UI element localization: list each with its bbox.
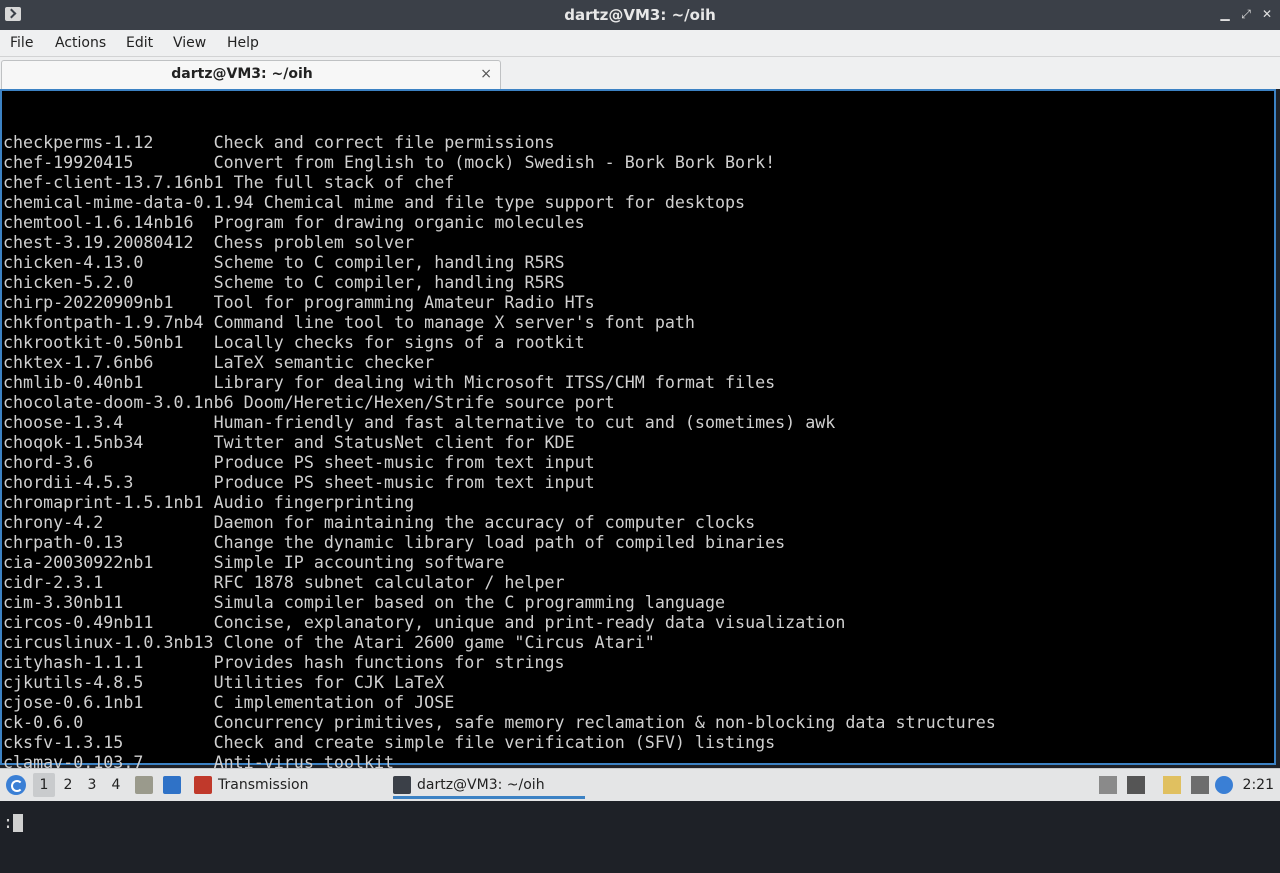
terminal-line: chmlib-0.40nb1 Library for dealing with … (3, 373, 776, 392)
text-cursor (13, 814, 24, 832)
menu-file[interactable]: File (8, 30, 35, 56)
terminal-line: choose-1.3.4 Human-friendly and fast alt… (3, 413, 836, 432)
workspace-4[interactable]: 4 (105, 773, 127, 797)
task-label: dartz@VM3: ~/oih (417, 777, 545, 793)
menu-bar: File Actions Edit View Help (0, 30, 1280, 57)
pager-prompt: : (3, 813, 1274, 833)
tab-bar: dartz@VM3: ~/oih × (0, 57, 1280, 89)
terminal-line: choqok-1.5nb34 Twitter and StatusNet cli… (3, 433, 575, 452)
menu-edit[interactable]: Edit (124, 30, 155, 56)
close-button[interactable]: ✕ (1260, 7, 1274, 21)
terminal-tab[interactable]: dartz@VM3: ~/oih × (1, 60, 501, 89)
volume-icon[interactable] (1127, 776, 1145, 794)
terminal-line: circos-0.49nb11 Concise, explanatory, un… (3, 613, 846, 632)
terminal-line: chromaprint-1.5.1nb1 Audio fingerprintin… (3, 493, 415, 512)
transmission-icon (194, 776, 212, 794)
terminal-line: cjkutils-4.8.5 Utilities for CJK LaTeX (3, 673, 445, 692)
terminal-line: chord-3.6 Produce PS sheet-music from te… (3, 453, 595, 472)
notification-icon[interactable] (1215, 776, 1233, 794)
terminal-line: chordii-4.5.3 Produce PS sheet-music fro… (3, 473, 595, 492)
terminal-line: chemtool-1.6.14nb16 Program for drawing … (3, 213, 585, 232)
maximize-button[interactable]: ⤢ (1239, 7, 1253, 21)
start-menu-icon[interactable] (6, 775, 26, 795)
terminal-line: chef-19920415 Convert from English to (m… (3, 153, 776, 172)
window-title: dartz@VM3: ~/oih (564, 6, 716, 24)
desktop-icon[interactable] (163, 776, 181, 794)
workspace-3[interactable]: 3 (81, 773, 103, 797)
terminal-line: chirp-20220909nb1 Tool for programming A… (3, 293, 595, 312)
terminal-line: chicken-5.2.0 Scheme to C compiler, hand… (3, 273, 565, 292)
terminal-line: chrpath-0.13 Change the dynamic library … (3, 533, 786, 552)
menu-view[interactable]: View (171, 30, 208, 56)
terminal-line: cityhash-1.1.1 Provides hash functions f… (3, 653, 565, 672)
clipboard-icon[interactable] (1163, 776, 1181, 794)
workspace-1[interactable]: 1 (33, 773, 55, 797)
tab-label: dartz@VM3: ~/oih (171, 66, 313, 82)
terminal-line: chrony-4.2 Daemon for maintaining the ac… (3, 513, 756, 532)
window-titlebar: dartz@VM3: ~/oih ▁ ⤢ ✕ (0, 0, 1280, 30)
terminal-line: cjose-0.6.1nb1 C implementation of JOSE (3, 693, 455, 712)
taskbar: 1 2 3 4 Transmission dartz@VM3: ~/oih 2:… (0, 768, 1280, 801)
terminal-line: cksfv-1.3.15 Check and create simple fil… (3, 733, 776, 752)
terminal-line: chef-client-13.7.16nb1 The full stack of… (3, 173, 455, 192)
task-transmission[interactable]: Transmission (194, 771, 374, 799)
terminal-line: chemical-mime-data-0.1.94 Chemical mime … (3, 193, 746, 212)
tab-close-icon[interactable]: × (480, 61, 492, 87)
terminal-line: chktex-1.7.6nb6 LaTeX semantic checker (3, 353, 435, 372)
terminal-line: chkfontpath-1.9.7nb4 Command line tool t… (3, 313, 695, 332)
eject-icon[interactable] (1099, 776, 1117, 794)
menu-help[interactable]: Help (225, 30, 261, 56)
prompt-text: : (3, 813, 14, 832)
terminal-line: checkperms-1.12 Check and correct file p… (3, 133, 555, 152)
task-label: Transmission (218, 777, 309, 793)
terminal-icon (393, 776, 411, 794)
terminal-line: chest-3.19.20080412 Chess problem solver (3, 233, 415, 252)
terminal-line: cim-3.30nb11 Simula compiler based on th… (3, 593, 726, 612)
terminal-line: circuslinux-1.0.3nb13 Clone of the Atari… (3, 633, 655, 652)
minimize-button[interactable]: ▁ (1218, 7, 1232, 21)
network-icon[interactable] (1191, 776, 1209, 794)
terminal-line: cia-20030922nb1 Simple IP accounting sof… (3, 553, 505, 572)
terminal-line: chocolate-doom-3.0.1nb6 Doom/Heretic/Hex… (3, 393, 615, 412)
workspace-2[interactable]: 2 (57, 773, 79, 797)
file-manager-icon[interactable] (135, 776, 153, 794)
terminal-line: ck-0.6.0 Concurrency primitives, safe me… (3, 713, 996, 732)
terminal-line: chkrootkit-0.50nb1 Locally checks for si… (3, 333, 585, 352)
menu-actions[interactable]: Actions (53, 30, 108, 56)
terminal-view[interactable]: checkperms-1.12 Check and correct file p… (0, 89, 1276, 832)
terminal-line: cidr-2.3.1 RFC 1878 subnet calculator / … (3, 573, 565, 592)
terminal-line: chicken-4.13.0 Scheme to C compiler, han… (3, 253, 565, 272)
clock: 2:21 (1242, 777, 1274, 793)
terminal-output: checkperms-1.12 Check and correct file p… (3, 93, 1274, 832)
task-terminal[interactable]: dartz@VM3: ~/oih (393, 771, 585, 799)
